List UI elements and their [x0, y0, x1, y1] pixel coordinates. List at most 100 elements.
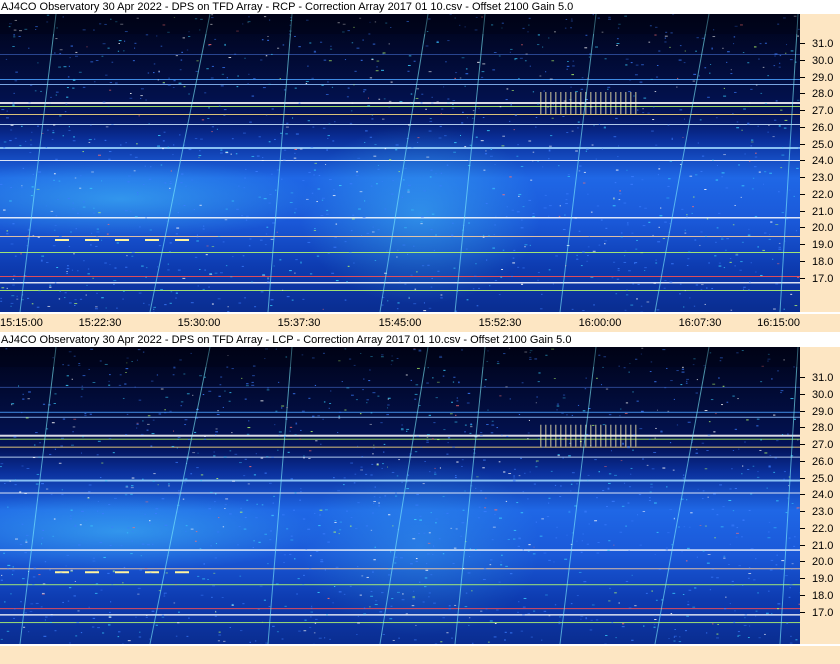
noise-speckle — [520, 630, 524, 632]
noise-speckle — [716, 165, 719, 167]
noise-speckle — [183, 204, 186, 206]
noise-speckle — [640, 410, 644, 412]
noise-speckle — [725, 187, 729, 189]
noise-speckle — [338, 533, 340, 535]
noise-speckle — [378, 496, 381, 498]
noise-speckle — [648, 221, 651, 223]
noise-speckle — [584, 388, 587, 390]
noise-speckle — [20, 601, 22, 603]
noise-speckle — [78, 71, 82, 73]
noise-speckle — [36, 188, 40, 190]
interference-line — [0, 236, 800, 237]
noise-speckle — [374, 604, 378, 606]
noise-speckle — [270, 299, 274, 301]
noise-speckle — [357, 615, 359, 617]
noise-speckle — [29, 152, 32, 154]
noise-speckle — [741, 129, 743, 131]
noise-speckle — [222, 406, 224, 408]
noise-speckle — [177, 212, 179, 214]
frequency-tick: 17.0 — [800, 272, 840, 286]
noise-speckle — [362, 39, 364, 41]
noise-speckle — [577, 121, 580, 123]
noise-speckle — [185, 185, 187, 187]
noise-speckle — [778, 246, 781, 248]
noise-speckle — [412, 590, 415, 592]
noise-speckle — [694, 239, 697, 241]
noise-speckle — [59, 290, 61, 292]
noise-speckle — [147, 415, 151, 417]
noise-speckle — [304, 619, 307, 621]
noise-speckle — [422, 601, 425, 603]
noise-speckle — [108, 380, 110, 382]
noise-speckle — [764, 171, 767, 173]
noise-speckle — [334, 521, 337, 523]
noise-speckle — [777, 263, 780, 265]
noise-speckle — [114, 267, 117, 269]
noise-speckle — [49, 621, 52, 623]
noise-speckle — [429, 176, 432, 178]
noise-speckle — [650, 486, 654, 488]
time-tick-label: 15:52:30 — [478, 317, 522, 329]
noise-speckle — [137, 192, 139, 194]
noise-speckle — [80, 452, 82, 454]
noise-speckle — [178, 611, 180, 613]
noise-speckle — [679, 636, 681, 638]
noise-speckle — [338, 417, 341, 419]
noise-speckle — [533, 483, 536, 485]
noise-speckle — [170, 291, 173, 293]
noise-speckle — [707, 554, 711, 556]
noise-speckle — [788, 596, 791, 598]
noise-speckle — [54, 229, 56, 231]
noise-speckle — [669, 281, 673, 283]
noise-speckle — [72, 202, 74, 204]
noise-speckle — [748, 573, 752, 575]
noise-speckle — [311, 192, 314, 194]
noise-speckle — [358, 208, 361, 210]
noise-speckle — [730, 73, 733, 75]
noise-speckle — [502, 194, 505, 196]
fringe-mark — [575, 424, 577, 447]
noise-speckle — [631, 520, 634, 522]
noise-speckle — [493, 636, 497, 638]
noise-speckle — [133, 170, 136, 172]
noise-speckle — [215, 493, 217, 495]
noise-speckle — [592, 250, 596, 252]
noise-speckle — [136, 423, 139, 425]
noise-speckle — [202, 228, 205, 230]
noise-speckle — [298, 630, 301, 632]
noise-speckle — [274, 138, 276, 140]
noise-speckle — [415, 560, 418, 562]
noise-speckle — [649, 497, 651, 499]
noise-speckle — [468, 222, 470, 224]
noise-speckle — [639, 206, 642, 208]
noise-speckle — [523, 597, 527, 599]
noise-speckle — [40, 260, 43, 262]
noise-speckle — [344, 59, 347, 61]
noise-speckle — [181, 173, 184, 175]
noise-speckle — [25, 534, 29, 536]
noise-speckle — [190, 528, 194, 530]
noise-speckle — [685, 560, 688, 562]
noise-speckle — [491, 539, 494, 541]
noise-speckle — [628, 486, 632, 488]
noise-speckle — [783, 471, 786, 473]
noise-speckle — [96, 510, 99, 512]
noise-speckle — [578, 170, 581, 172]
noise-speckle — [623, 367, 626, 369]
noise-speckle — [102, 43, 106, 45]
noise-speckle — [3, 147, 6, 149]
noise-speckle — [552, 283, 554, 285]
noise-speckle — [418, 405, 421, 407]
noise-speckle — [538, 372, 541, 374]
noise-speckle — [376, 183, 378, 185]
noise-speckle — [424, 586, 427, 588]
noise-speckle — [783, 308, 785, 310]
noise-speckle — [637, 283, 640, 285]
noise-speckle — [797, 439, 799, 441]
noise-speckle — [767, 131, 769, 133]
noise-speckle — [104, 262, 107, 264]
noise-speckle — [686, 615, 689, 617]
tick-label: 29.0 — [812, 71, 834, 84]
tick-label: 31.0 — [812, 372, 834, 384]
noise-speckle — [302, 518, 306, 520]
